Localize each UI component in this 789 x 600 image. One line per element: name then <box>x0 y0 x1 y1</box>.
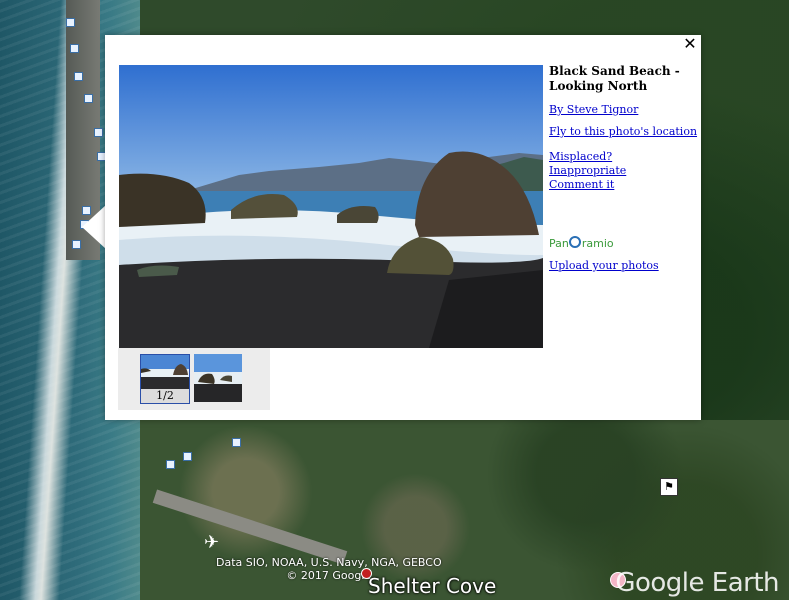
panoramio-logo[interactable]: Pan ramio <box>549 236 701 250</box>
photo-pin-icon[interactable] <box>94 128 103 137</box>
thumbnail-1-image <box>141 355 189 389</box>
author-link[interactable]: By Steve Tignor <box>549 103 701 117</box>
photo-pin-icon[interactable] <box>166 460 175 469</box>
thumbnail-strip: 1/2 <box>118 348 270 410</box>
photo-pin-icon[interactable] <box>70 44 79 53</box>
comment-link[interactable]: Comment it <box>549 178 701 192</box>
panoramio-logo-suffix: ramio <box>581 237 614 250</box>
balloon-tail <box>82 205 106 249</box>
flag-icon[interactable]: ⚑ <box>660 478 678 496</box>
beach-photo-image <box>119 65 543 348</box>
photo-pin-icon[interactable] <box>84 94 93 103</box>
attribution-data-sources: Data SIO, NOAA, U.S. Navy, NGA, GEBCO <box>216 556 442 569</box>
google-earth-logo: Google Earth <box>615 568 779 598</box>
photo-pin-icon[interactable] <box>72 240 81 249</box>
panoramio-logo-prefix: Pan <box>549 237 569 250</box>
thumbnail-2[interactable] <box>194 354 242 402</box>
photo-title: Black Sand Beach - Looking North <box>549 64 680 93</box>
beach-photo[interactable] <box>119 65 543 348</box>
photo-pin-icon[interactable] <box>232 438 241 447</box>
thumbnail-2-image <box>194 354 242 402</box>
airport-icon[interactable]: ✈ <box>204 532 219 553</box>
place-label[interactable]: Shelter Cove <box>368 574 496 598</box>
thumbnail-1[interactable]: 1/2 <box>140 354 190 404</box>
photo-balloon: ✕ 1/2 Black Sand Beach - Looking North B… <box>105 35 701 420</box>
photo-pin-icon[interactable] <box>66 18 75 27</box>
photo-counter: 1/2 <box>141 389 189 403</box>
photo-pin-icon[interactable] <box>183 452 192 461</box>
upload-photos-link[interactable]: Upload your photos <box>549 259 701 273</box>
close-button[interactable]: ✕ <box>682 36 698 52</box>
photo-info-panel: Black Sand Beach - Looking North By Stev… <box>549 64 701 273</box>
photo-pin-icon[interactable] <box>74 72 83 81</box>
misplaced-link[interactable]: Misplaced? <box>549 150 701 164</box>
inappropriate-link[interactable]: Inappropriate <box>549 164 701 178</box>
fly-to-location-link[interactable]: Fly to this photo's location <box>549 125 701 139</box>
panoramio-globe-icon <box>569 236 582 248</box>
